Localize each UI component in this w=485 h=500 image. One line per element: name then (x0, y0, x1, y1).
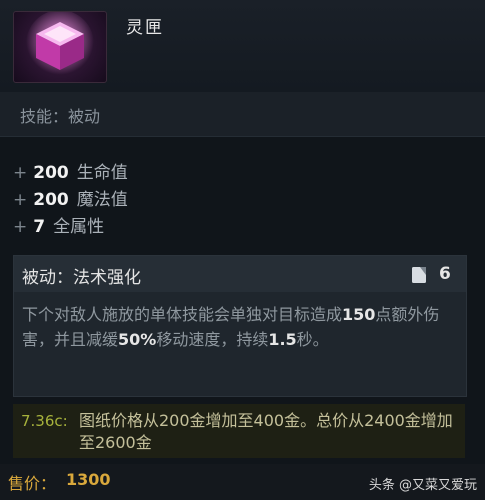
stat-value: 200 (33, 190, 69, 210)
item-header: 灵匣 (0, 0, 485, 92)
patch-note-box: 7.36c: 图纸价格从200金增加至400金。总价从2400金增加至2600金 (13, 404, 465, 458)
patch-note-text: 图纸价格从200金增加至400金。总价从2400金增加至2600金 (79, 411, 453, 452)
price-value: 1300 (66, 470, 111, 489)
stat-row-health: +200 生命值 (13, 158, 128, 185)
cooldown-icon (412, 267, 426, 283)
stat-value: 200 (33, 163, 69, 183)
duration-value: 1.5 (268, 330, 297, 349)
stat-plus: + (13, 217, 28, 237)
stat-label: 全属性 (53, 217, 105, 237)
stat-value: 7 (33, 217, 46, 237)
ability-type-bar: 技能：被动 (0, 92, 485, 137)
watermark: 头条 @又菜又爱玩 (368, 478, 477, 493)
desc-text: 移动速度，持续 (156, 330, 269, 349)
stat-plus: + (13, 190, 28, 210)
slow-value: 50% (118, 330, 157, 349)
patch-version: 7.36c: (21, 412, 68, 430)
price-bar: 售价： 1300 头条 @又菜又爱玩 (0, 464, 485, 500)
ability-type-label: 技能：被动 (20, 107, 101, 126)
bonus-damage-value: 150 (342, 305, 376, 324)
stat-row-mana: +200 魔法值 (13, 185, 128, 212)
cooldown-value: 6 (439, 264, 451, 284)
passive-ability-box: 被动：法术强化 6 下个对敌人施放的单体技能会单独对目标造成150点额外伤害，并… (13, 255, 467, 397)
stat-list: +200 生命值 +200 魔法值 +7 全属性 (13, 158, 128, 239)
passive-title: 被动：法术强化 (22, 268, 141, 288)
passive-description: 下个对敌人施放的单体技能会单独对目标造成150点额外伤害，并且减缓50%移动速度… (22, 302, 462, 352)
stat-label: 生命值 (76, 163, 128, 183)
stat-label: 魔法值 (76, 190, 128, 210)
stat-plus: + (13, 163, 28, 183)
item-name: 灵匣 (126, 18, 164, 38)
price-label: 售价： (8, 474, 57, 493)
desc-text: 下个对敌人施放的单体技能会单独对目标造成 (22, 305, 343, 324)
stat-row-attributes: +7 全属性 (13, 212, 128, 239)
desc-text: 秒。 (296, 330, 329, 349)
passive-header: 被动：法术强化 6 (14, 256, 466, 292)
pink-cube-icon (13, 11, 107, 83)
